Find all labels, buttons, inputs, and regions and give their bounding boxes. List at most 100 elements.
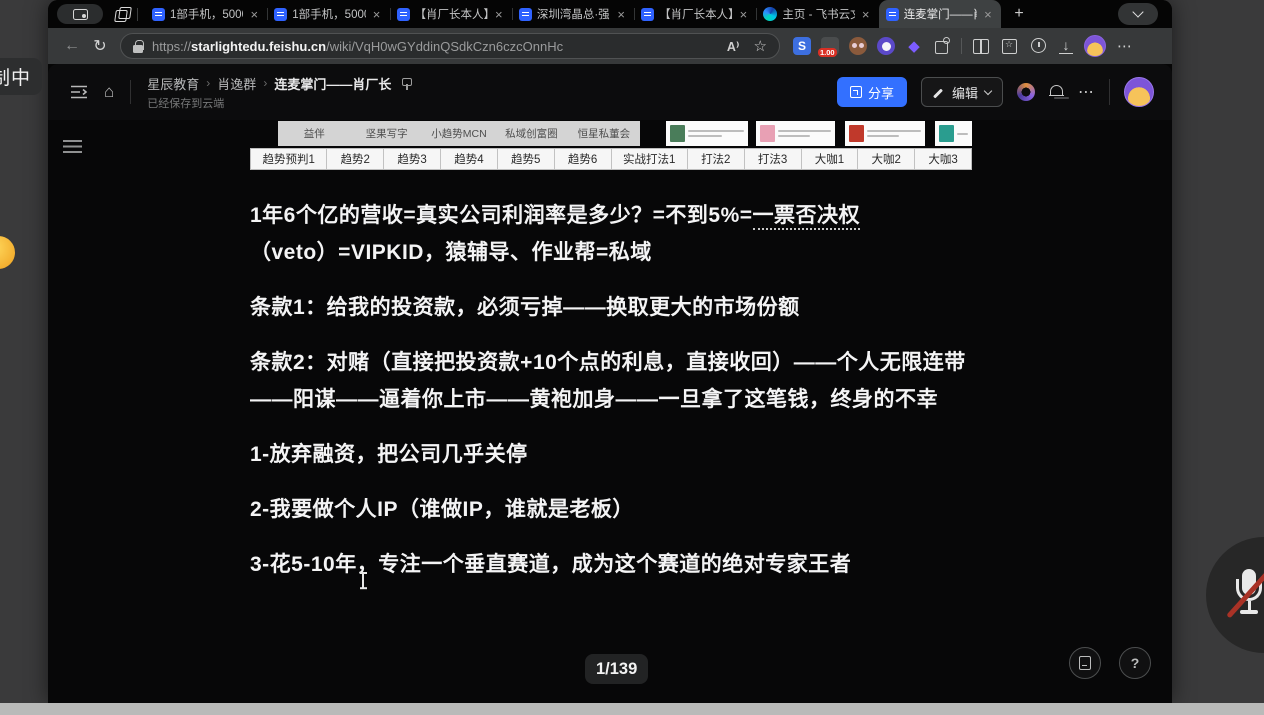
table-tab[interactable]: 趋势3 xyxy=(384,149,441,169)
doc-favicon-icon xyxy=(886,8,899,21)
downloads-icon[interactable] xyxy=(1059,38,1073,54)
notifications-bell-icon[interactable] xyxy=(1049,85,1064,100)
extension-s-icon[interactable] xyxy=(793,37,811,55)
paragraph: 1-放弃融资，把公司几乎关停 xyxy=(250,436,972,473)
sidebar-toggle-icon[interactable] xyxy=(70,84,88,100)
share-button[interactable]: 分享 xyxy=(837,77,907,107)
save-status: 已经保存到云端 xyxy=(147,95,413,111)
history-icon[interactable] xyxy=(1030,37,1048,55)
more-options-icon[interactable] xyxy=(1078,82,1095,102)
help-button[interactable] xyxy=(1119,647,1151,679)
feedback-button[interactable] xyxy=(1069,647,1101,679)
outline-toggle-icon[interactable] xyxy=(63,140,82,153)
extensions-menu-icon[interactable] xyxy=(933,37,951,55)
page-title[interactable]: 连麦掌门——肖厂长 xyxy=(274,74,391,93)
desktop: 1部手机，5000 1部手机，5000 【肖厂长本人】 深圳湾晶总·强 xyxy=(0,0,1264,715)
header-actions: 分享 编辑 xyxy=(837,77,1154,107)
recording-status-label: 录制中 xyxy=(0,58,42,95)
table-tab[interactable]: 打法3 xyxy=(745,149,802,169)
url-domain: starlightedu.feishu.cn xyxy=(191,39,326,54)
read-aloud-icon[interactable] xyxy=(727,39,740,54)
link-preview-card[interactable] xyxy=(666,121,748,146)
table-row: 益伴 坚果写字 小趋势MCN 私域创富圈 恒星私董会 xyxy=(278,121,640,146)
table-tab[interactable]: 趋势5 xyxy=(498,149,555,169)
close-icon[interactable] xyxy=(248,8,260,21)
breadcrumb-item[interactable]: 星辰教育 xyxy=(147,74,199,93)
breadcrumb: 星辰教育 肖逸群 连麦掌门——肖厂长 已经保存到云端 xyxy=(147,74,413,111)
feedback-icon xyxy=(1079,656,1091,670)
text-run-underlined: 一票否决权 xyxy=(753,204,861,230)
table-cell: 益伴 xyxy=(278,121,350,146)
text-cursor xyxy=(359,572,367,589)
workspaces-icon[interactable] xyxy=(115,7,130,22)
table-tab[interactable]: 趋势6 xyxy=(555,149,612,169)
question-mark-icon xyxy=(1131,655,1140,671)
url-text[interactable]: https://starlightedu.feishu.cn/wiki/VqH0… xyxy=(152,39,727,54)
link-preview-card[interactable] xyxy=(845,121,925,146)
divider xyxy=(1109,79,1110,105)
home-icon[interactable] xyxy=(104,82,114,102)
close-icon[interactable] xyxy=(737,8,749,21)
extension-face-icon[interactable] xyxy=(877,37,895,55)
breadcrumb-item[interactable]: 肖逸群 xyxy=(217,74,256,93)
tab-list: 1部手机，5000 1部手机，5000 【肖厂长本人】 深圳湾晶总·强 xyxy=(145,0,1001,28)
lock-icon[interactable] xyxy=(133,40,143,53)
split-screen-icon[interactable] xyxy=(972,37,990,55)
close-icon[interactable] xyxy=(982,8,994,21)
breadcrumb-separator xyxy=(263,76,267,90)
extension-gem-icon[interactable] xyxy=(905,37,923,55)
table-tab[interactable]: 大咖3 xyxy=(915,149,971,169)
extension-glasses-icon[interactable] xyxy=(849,37,867,55)
table-tab[interactable]: 打法2 xyxy=(688,149,745,169)
tab-title: 【肖厂长本人】 xyxy=(659,6,732,22)
gradient-ring-icon[interactable] xyxy=(1017,83,1035,101)
browser-tab-3[interactable]: 【肖厂长本人】 xyxy=(390,0,512,28)
table-tab[interactable]: 趋势2 xyxy=(327,149,384,169)
doc-favicon-icon xyxy=(397,8,410,21)
browser-tab-5[interactable]: 【肖厂长本人】 xyxy=(634,0,756,28)
table-tab[interactable]: 实战打法1 xyxy=(612,149,688,169)
meeting-mic-bubble[interactable] xyxy=(1206,537,1264,653)
paragraph: 2-我要做个人IP（谁做IP，谁就是老板） xyxy=(250,491,972,528)
browser-toolbar: https://starlightedu.feishu.cn/wiki/VqH0… xyxy=(48,28,1172,64)
tab-title: 1部手机，5000 xyxy=(292,6,365,22)
browser-menu-icon[interactable] xyxy=(1117,37,1133,55)
favorite-star-icon[interactable] xyxy=(754,37,767,55)
collections-icon[interactable] xyxy=(1001,37,1019,55)
floating-assistant-button[interactable] xyxy=(0,236,15,269)
tab-preview-button[interactable] xyxy=(57,4,103,24)
table-tab[interactable]: 大咖1 xyxy=(802,149,859,169)
address-bar[interactable]: https://starlightedu.feishu.cn/wiki/VqH0… xyxy=(120,33,780,59)
refresh-button[interactable] xyxy=(88,36,112,56)
close-icon[interactable] xyxy=(615,8,627,21)
tab-search-button[interactable] xyxy=(1118,3,1158,25)
share-label: 分享 xyxy=(868,83,894,102)
table-tab[interactable]: 趋势4 xyxy=(441,149,498,169)
link-preview-card[interactable] xyxy=(935,121,972,146)
doc-favicon-icon xyxy=(641,8,654,21)
close-icon[interactable] xyxy=(493,8,505,21)
extension-badge-count: 1.00 xyxy=(818,48,837,57)
divider xyxy=(961,38,962,54)
edit-button[interactable]: 编辑 xyxy=(921,77,1003,107)
user-avatar[interactable] xyxy=(1124,77,1154,107)
browser-tab-6[interactable]: 主页 - 飞书云文档 xyxy=(756,0,878,28)
browser-tab-1[interactable]: 1部手机，5000 xyxy=(145,0,267,28)
browser-tab-active[interactable]: 连麦掌门——肖厂 xyxy=(879,0,1001,28)
pin-icon[interactable] xyxy=(400,77,413,90)
browser-tab-4[interactable]: 深圳湾晶总·强 xyxy=(512,0,634,28)
extension-badge-icon[interactable]: 1.00 xyxy=(821,37,839,55)
table-tab[interactable]: 趋势预判1 xyxy=(251,149,327,169)
new-tab-button[interactable] xyxy=(1011,6,1027,22)
browser-profile-avatar[interactable] xyxy=(1084,35,1106,57)
browser-tab-2[interactable]: 1部手机，5000 xyxy=(267,0,389,28)
back-button[interactable] xyxy=(60,37,84,55)
table-tab[interactable]: 大咖2 xyxy=(858,149,915,169)
close-icon[interactable] xyxy=(371,8,383,21)
pencil-icon xyxy=(933,86,945,98)
tab-title: 【肖厂长本人】 xyxy=(415,6,488,22)
tab-strip: 1部手机，5000 1部手机，5000 【肖厂长本人】 深圳湾晶总·强 xyxy=(48,0,1172,28)
doc-favicon-icon xyxy=(274,8,287,21)
close-icon[interactable] xyxy=(860,8,872,21)
link-preview-card[interactable] xyxy=(756,121,835,146)
